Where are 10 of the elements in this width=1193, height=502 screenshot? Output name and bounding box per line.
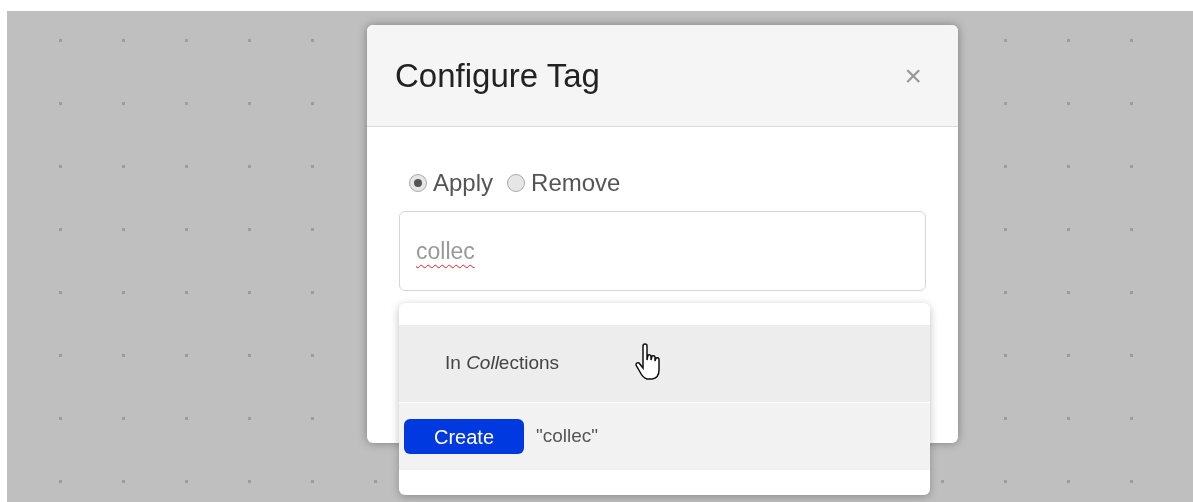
radio-button[interactable] xyxy=(507,174,526,192)
create-button[interactable]: Create xyxy=(404,419,524,454)
new-tag-text: "collec" xyxy=(536,424,599,449)
radio-option[interactable]: Apply xyxy=(409,165,494,201)
suggestion-item[interactable]: In Collections xyxy=(399,325,930,402)
hand-cursor-icon xyxy=(635,343,663,383)
radio-button[interactable] xyxy=(409,174,427,192)
radio-option[interactable]: Remove xyxy=(507,165,621,201)
dialog-title: Configure Tag xyxy=(395,55,600,96)
suggestion-label: In Collections xyxy=(445,351,560,376)
